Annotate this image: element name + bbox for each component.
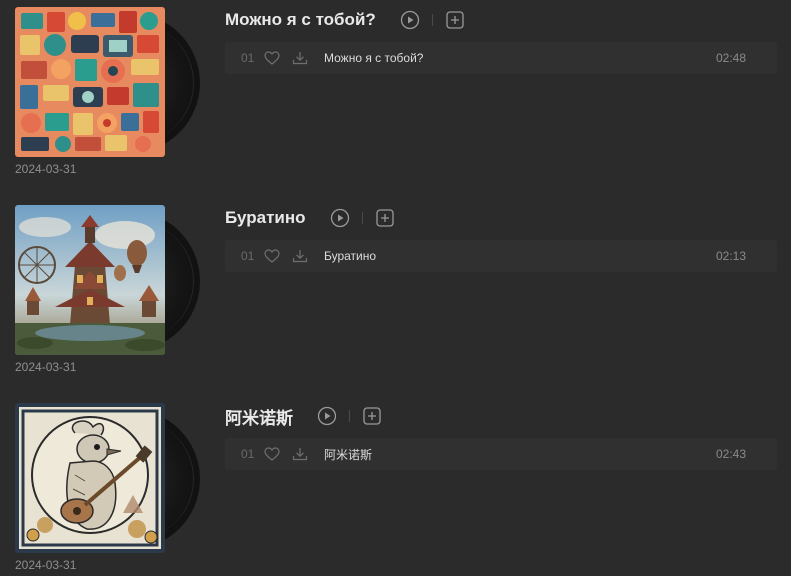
release-date: 2024-03-31	[15, 360, 77, 374]
heart-icon[interactable]	[264, 249, 280, 266]
add-square-icon	[375, 209, 394, 227]
add-to-playlist-button[interactable]	[375, 208, 395, 228]
track-number: 01	[241, 51, 255, 65]
track-number: 01	[241, 447, 255, 461]
release-date: 2024-03-31	[15, 558, 77, 572]
album-title[interactable]: Буратино	[225, 208, 306, 228]
cover-area[interactable]	[15, 403, 200, 553]
album-cover-castle[interactable]	[15, 205, 165, 355]
track-number: 01	[241, 249, 255, 263]
play-album-button[interactable]	[317, 406, 337, 426]
album-title[interactable]: 阿米诺斯	[225, 404, 293, 429]
download-icon[interactable]	[292, 249, 308, 266]
cover-area[interactable]	[15, 205, 200, 355]
album-cover-collage[interactable]	[15, 7, 165, 157]
divider	[349, 410, 350, 422]
track-duration: 02:13	[715, 249, 746, 263]
divider	[431, 14, 433, 26]
track-name[interactable]: 阿米诺斯	[324, 446, 372, 463]
track-duration: 02:43	[715, 447, 746, 461]
divider	[361, 212, 363, 224]
cover-area[interactable]	[15, 7, 200, 157]
play-circle-icon	[317, 406, 337, 426]
heart-icon[interactable]	[264, 447, 280, 464]
album-header: 阿米诺斯	[225, 403, 382, 429]
album-header: Можно я с тобой?	[225, 7, 465, 33]
track-name[interactable]: Буратино	[324, 249, 376, 263]
track-duration: 02:48	[715, 51, 746, 65]
add-to-playlist-button[interactable]	[362, 406, 382, 426]
album-card: 2024-03-31 Можно я с тобой? 01 Можно я с…	[0, 7, 791, 197]
add-to-playlist-button[interactable]	[445, 10, 465, 30]
add-square-icon	[446, 11, 464, 29]
play-album-button[interactable]	[400, 10, 420, 30]
play-circle-icon	[400, 10, 419, 30]
album-list: 2024-03-31 Можно я с тобой? 01 Можно я с…	[0, 0, 791, 576]
download-icon[interactable]	[292, 447, 308, 464]
album-card: 2024-03-31 Буратино 01 Буратино 02:13	[0, 205, 791, 395]
album-card: 2024-03-31 阿米诺斯 01 阿米诺斯 02:43	[0, 403, 791, 576]
play-circle-icon	[330, 208, 349, 228]
album-cover-bird[interactable]	[15, 403, 165, 553]
album-title[interactable]: Можно я с тобой?	[225, 10, 376, 30]
track-name[interactable]: Можно я с тобой?	[324, 51, 423, 65]
play-album-button[interactable]	[330, 208, 350, 228]
album-header: Буратино	[225, 205, 395, 231]
heart-icon[interactable]	[264, 51, 280, 68]
track-row[interactable]: 01 阿米诺斯 02:43	[225, 438, 777, 470]
track-row[interactable]: 01 Можно я с тобой? 02:48	[225, 42, 777, 74]
release-date: 2024-03-31	[15, 162, 77, 176]
track-row[interactable]: 01 Буратино 02:13	[225, 240, 777, 272]
add-square-icon	[363, 407, 381, 425]
download-icon[interactable]	[292, 51, 308, 68]
